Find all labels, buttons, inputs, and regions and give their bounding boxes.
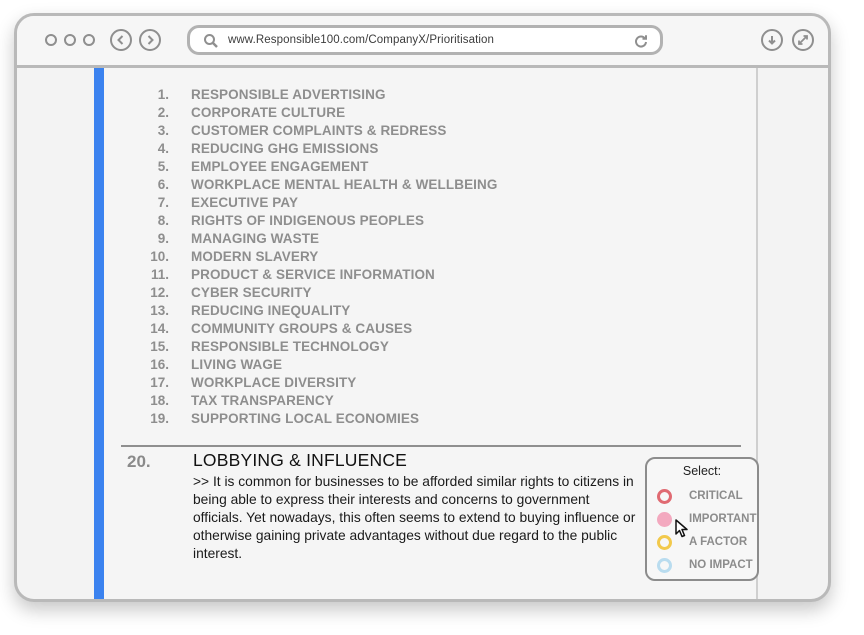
list-item[interactable]: 8. RIGHTS OF INDIGENOUS PEOPLES (129, 211, 497, 229)
download-button[interactable] (761, 29, 783, 51)
list-item-label: MANAGING WASTE (191, 230, 320, 246)
page-content: 1. RESPONSIBLE ADVERTISING 2. CORPORATE CUL… (94, 68, 759, 599)
list-item[interactable]: 15. RESPONSIBLE TECHNOLOGY (129, 337, 497, 355)
list-item[interactable]: 10. MODERN SLAVERY (129, 247, 497, 265)
list-item-label: EMPLOYEE ENGAGEMENT (191, 158, 369, 174)
list-item-number: 16. (150, 356, 169, 372)
radio-important-icon[interactable] (657, 511, 672, 527)
list-item[interactable]: 19. SUPPORTING LOCAL ECONOMIES (129, 409, 497, 427)
current-item-number: 20. (127, 452, 151, 471)
download-icon (768, 36, 776, 45)
list-item-number: 1. (157, 86, 169, 102)
list-item-number: 11. (150, 266, 169, 282)
list-item-number: 6. (157, 176, 169, 192)
radio-no-impact-icon[interactable] (657, 557, 672, 573)
list-item-label: EXECUTIVE PAY (191, 194, 299, 210)
back-button[interactable] (110, 29, 132, 51)
list-item-number: 17. (150, 374, 169, 390)
radio-a-factor-icon[interactable] (657, 534, 672, 550)
address-bar[interactable]: www.Responsible100.com/CompanyX/Prioriti… (187, 25, 663, 55)
expand-button[interactable] (792, 29, 814, 51)
list-item[interactable]: 9. MANAGING WASTE (129, 229, 497, 247)
list-item-number: 14. (150, 320, 169, 336)
list-item-label: REDUCING INEQUALITY (191, 302, 351, 318)
list-item[interactable]: 13. REDUCING INEQUALITY (129, 301, 497, 319)
list-item-number: 3. (157, 122, 169, 138)
url-text[interactable]: www.Responsible100.com/CompanyX/Prioriti… (228, 34, 494, 46)
list-item-label: RESPONSIBLE ADVERTISING (191, 86, 386, 102)
list-item-label: SUPPORTING LOCAL ECONOMIES (191, 410, 420, 426)
list-item-number: 5. (157, 158, 169, 174)
list-item-number: 4. (157, 140, 169, 156)
list-item[interactable]: 16. LIVING WAGE (129, 355, 497, 373)
window-control-dot-2[interactable] (64, 34, 76, 46)
priority-list: 1. RESPONSIBLE ADVERTISING 2. CORPORATE CUL… (129, 85, 497, 427)
list-item-label: REDUCING GHG EMISSIONS (191, 140, 379, 156)
list-item-number: 7. (157, 194, 169, 210)
accent-bar (94, 68, 104, 599)
list-item-number: 8. (157, 212, 169, 228)
option-label: A FACTOR (689, 536, 748, 548)
forward-button[interactable] (139, 29, 161, 51)
browser-toolbar: www.Responsible100.com/CompanyX/Prioriti… (17, 16, 828, 68)
option-no-impact[interactable]: NO IMPACT (657, 557, 753, 573)
option-label: NO IMPACT (689, 559, 753, 571)
divider (121, 445, 741, 447)
list-item[interactable]: 4. REDUCING GHG EMISSIONS (129, 139, 497, 157)
list-item[interactable]: 17. WORKPLACE DIVERSITY (129, 373, 497, 391)
current-item-title: LOBBYING & INFLUENCE (193, 450, 408, 470)
browser-window: www.Responsible100.com/CompanyX/Prioriti… (14, 13, 831, 602)
list-item-label: TAX TRANSPARENCY (191, 392, 334, 408)
list-item[interactable]: 3. CUSTOMER COMPLAINTS & REDRESS (129, 121, 497, 139)
mouse-cursor-icon (675, 519, 688, 538)
list-item[interactable]: 5. EMPLOYEE ENGAGEMENT (129, 157, 497, 175)
list-item-number: 9. (157, 230, 169, 246)
option-important[interactable]: IMPORTANT (657, 511, 757, 527)
list-item[interactable]: 1. RESPONSIBLE ADVERTISING (129, 85, 497, 103)
list-item-number: 19. (150, 410, 169, 426)
list-item-label: WORKPLACE DIVERSITY (191, 374, 357, 390)
list-item-number: 12. (150, 284, 169, 300)
list-item-number: 15. (150, 338, 169, 354)
current-item-description: >> It is common for businesses to be aff… (193, 474, 636, 561)
list-item[interactable]: 7. EXECUTIVE PAY (129, 193, 497, 211)
list-item-label: CUSTOMER COMPLAINTS & REDRESS (191, 122, 447, 138)
list-item[interactable]: 2. CORPORATE CULTURE (129, 103, 497, 121)
list-item-label: PRODUCT & SERVICE INFORMATION (191, 266, 435, 282)
list-item[interactable]: 6. WORKPLACE MENTAL HEALTH & WELLBEING (129, 175, 498, 193)
list-item[interactable]: 18. TAX TRANSPARENCY (129, 391, 497, 409)
list-item-label: RIGHTS OF INDIGENOUS PEOPLES (191, 212, 425, 228)
window-control-dot-3[interactable] (83, 34, 95, 46)
chevron-left-icon (117, 35, 124, 45)
expand-icon (798, 35, 808, 45)
importance-selector: Select: CRITICAL IMPORTANT A FACTOR NO I… (645, 457, 759, 581)
list-item-label: LIVING WAGE (191, 356, 283, 372)
list-item-label: RESPONSIBLE TECHNOLOGY (191, 338, 389, 354)
list-item[interactable]: 14. COMMUNITY GROUPS & CAUSES (129, 319, 497, 337)
option-critical[interactable]: CRITICAL (657, 488, 743, 504)
window-control-dot-1[interactable] (45, 34, 57, 46)
list-item-label: WORKPLACE MENTAL HEALTH & WELLBEING (191, 176, 498, 192)
list-item-label: MODERN SLAVERY (191, 248, 319, 264)
chevron-right-icon (147, 35, 154, 45)
list-item-label: CORPORATE CULTURE (191, 104, 346, 120)
option-label: CRITICAL (689, 490, 743, 502)
search-icon (204, 34, 218, 48)
option-label: IMPORTANT (689, 513, 757, 525)
list-item-number: 10. (150, 248, 169, 264)
radio-critical-icon[interactable] (657, 488, 672, 504)
option-a-factor[interactable]: A FACTOR (657, 534, 747, 550)
list-item-label: COMMUNITY GROUPS & CAUSES (191, 320, 413, 336)
list-item[interactable]: 12. CYBER SECURITY (129, 283, 497, 301)
list-item-number: 2. (157, 104, 169, 120)
reload-icon[interactable] (634, 34, 648, 48)
list-item[interactable]: 11. PRODUCT & SERVICE INFORMATION (129, 265, 497, 283)
list-item-label: CYBER SECURITY (191, 284, 312, 300)
list-item-number: 18. (150, 392, 169, 408)
list-item-number: 13. (150, 302, 169, 318)
selector-title: Select: (682, 464, 722, 478)
